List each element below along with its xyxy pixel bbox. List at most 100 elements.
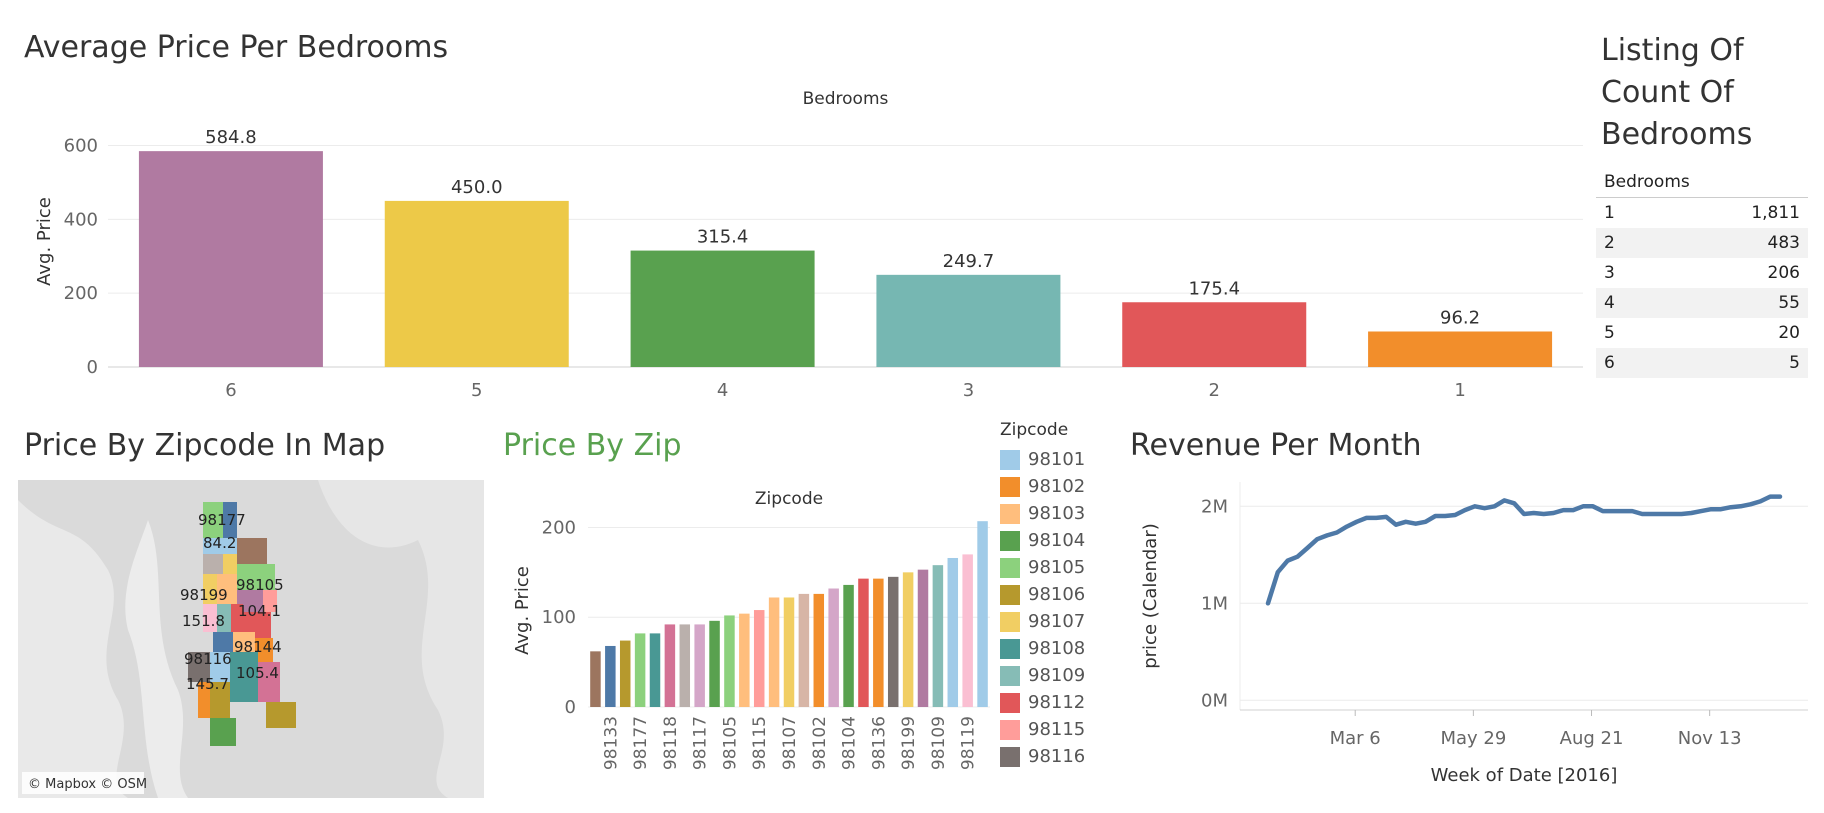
revenue-y-tick-label: 2M bbox=[1201, 496, 1228, 517]
zip-x-tick-label: 98136 bbox=[869, 716, 889, 770]
zip-x-tick-label: 98115 bbox=[750, 716, 770, 770]
legend-item[interactable]: 98115 bbox=[1000, 716, 1085, 743]
zip-x-tick-label: 98104 bbox=[840, 716, 860, 770]
legend-title: Zipcode bbox=[1000, 420, 1069, 440]
count-cell: 20 bbox=[1778, 323, 1800, 343]
zip-bar bbox=[619, 640, 631, 707]
zip-x-tick-label: 98118 bbox=[661, 716, 681, 770]
legend-label: 98102 bbox=[1028, 476, 1086, 497]
legend-item[interactable]: 98105 bbox=[1000, 554, 1085, 581]
table-row: 2 483 bbox=[1596, 228, 1808, 258]
table-row: 65 bbox=[1596, 348, 1808, 378]
zip-y-axis-title: Avg. Price bbox=[512, 566, 533, 655]
revenue-y-axis-title: price (Calendar) bbox=[1140, 523, 1161, 669]
map-value-label: 105.4 bbox=[236, 664, 279, 682]
zip-bar bbox=[709, 620, 720, 707]
zip-bar bbox=[664, 624, 676, 707]
legend-item[interactable]: 98109 bbox=[1000, 662, 1085, 689]
zip-bar bbox=[649, 633, 661, 707]
zip-bar bbox=[768, 597, 780, 707]
zip-bar bbox=[724, 615, 735, 707]
bedrooms-cell: 5 bbox=[1604, 323, 1615, 343]
bedrooms-bar-value-label: 315.4 bbox=[697, 227, 749, 248]
zip-bar bbox=[917, 569, 929, 707]
legend-label: 98116 bbox=[1028, 746, 1086, 767]
legend-item[interactable]: 98102 bbox=[1000, 473, 1085, 500]
zip-bar bbox=[947, 557, 959, 707]
revenue-x-tick-label: Mar 6 bbox=[1330, 728, 1381, 749]
legend-item[interactable]: 98104 bbox=[1000, 527, 1085, 554]
legend-swatch bbox=[1000, 611, 1020, 632]
legend-label: 98105 bbox=[1028, 557, 1086, 578]
bedrooms-y-tick-label: 400 bbox=[64, 209, 98, 230]
zip-bar bbox=[962, 554, 973, 707]
zip-bar bbox=[605, 645, 616, 707]
bedrooms-bar bbox=[876, 274, 1061, 367]
legend-label: 98115 bbox=[1028, 719, 1086, 740]
zip-x-tick-label: 98102 bbox=[810, 716, 830, 770]
zip-bar bbox=[783, 597, 795, 707]
map-value-label: 145.7 bbox=[186, 675, 229, 693]
bedrooms-bar-value-label: 175.4 bbox=[1188, 278, 1240, 299]
bedrooms-cell: 4 bbox=[1604, 293, 1615, 313]
map-zip-label: 98144 bbox=[234, 638, 282, 656]
zip-y-tick-label: 200 bbox=[542, 517, 576, 538]
zip-x-tick-label: 98107 bbox=[780, 716, 800, 770]
zip-x-tick-label: 98119 bbox=[959, 716, 979, 770]
bedrooms-cell: 3 bbox=[1604, 263, 1615, 283]
bedrooms-bar bbox=[384, 200, 569, 367]
table-header: Bedrooms bbox=[1596, 172, 1808, 198]
legend-item[interactable]: 98112 bbox=[1000, 689, 1085, 716]
map-value-label: 84.2 bbox=[203, 534, 236, 552]
legend-item[interactable]: 98101 bbox=[1000, 446, 1085, 473]
legend-item[interactable]: 98116 bbox=[1000, 743, 1085, 770]
map-attribution[interactable]: © Mapbox © OSM bbox=[28, 777, 147, 792]
legend-label: 98104 bbox=[1028, 530, 1086, 551]
zip-x-tick-label: 98117 bbox=[691, 716, 711, 770]
revenue-x-tick-label: Nov 13 bbox=[1678, 728, 1742, 749]
map-zip-label: 98105 bbox=[236, 576, 284, 594]
revenue-y-tick-label: 0M bbox=[1201, 690, 1228, 711]
bedrooms-cell: 1 bbox=[1604, 203, 1615, 223]
legend-item[interactable]: 98107 bbox=[1000, 608, 1085, 635]
zip-bar bbox=[977, 521, 988, 707]
zip-bar bbox=[798, 593, 810, 707]
bedrooms-bar bbox=[138, 151, 323, 367]
bedroom-count-table: Bedrooms 1 1,811 2 483 3 206 4 55 5 20 6 5 bbox=[1596, 172, 1808, 378]
zipcode-map[interactable]: 98177 84.2 98105 98199 104.1 151.8 98144… bbox=[18, 480, 484, 798]
bedrooms-x-tick-label: 6 bbox=[225, 380, 236, 401]
bedrooms-x-tick-label: 1 bbox=[1454, 380, 1465, 401]
map-zip-label: 98199 bbox=[180, 586, 228, 604]
legend-label: 98107 bbox=[1028, 611, 1086, 632]
legend-item[interactable]: 98103 bbox=[1000, 500, 1085, 527]
bedrooms-cell: 6 bbox=[1604, 353, 1615, 373]
zip-y-tick-label: 0 bbox=[565, 697, 576, 718]
zip-bar bbox=[679, 624, 691, 707]
bedrooms-y-tick-label: 600 bbox=[64, 136, 98, 157]
map-value-label: 104.1 bbox=[238, 602, 281, 620]
table-row: 1 1,811 bbox=[1596, 198, 1808, 228]
bedrooms-x-tick-label: 3 bbox=[963, 380, 974, 401]
bedrooms-x-tick-label: 5 bbox=[471, 380, 482, 401]
map-zip-label: 98177 bbox=[198, 511, 246, 529]
bedrooms-bar-value-label: 96.2 bbox=[1440, 307, 1480, 328]
legend-items: 98101 98102 98103 98104 98105 98106 98107 98108… bbox=[1000, 446, 1085, 770]
legend-label: 98108 bbox=[1028, 638, 1086, 659]
zip-x-tick-label: 98133 bbox=[601, 716, 621, 770]
count-cell: 1,811 bbox=[1751, 203, 1800, 223]
legend-item[interactable]: 98108 bbox=[1000, 635, 1085, 662]
legend-swatch bbox=[1000, 719, 1020, 740]
legend-item[interactable]: 98106 bbox=[1000, 581, 1085, 608]
zip-bar bbox=[590, 651, 601, 707]
bedrooms-bar bbox=[1122, 302, 1307, 367]
zip-bar bbox=[739, 613, 750, 707]
zip-bar bbox=[887, 576, 899, 707]
legend-label: 98103 bbox=[1028, 503, 1086, 524]
bedrooms-bar-value-label: 249.7 bbox=[943, 251, 995, 272]
revenue-x-tick-label: Aug 21 bbox=[1560, 728, 1624, 749]
zip-bar bbox=[843, 584, 854, 707]
zipcode-legend: Zipcode 98101 98102 98103 98104 98105 98106 98… bbox=[1000, 420, 1085, 770]
count-cell: 55 bbox=[1778, 293, 1800, 313]
legend-label: 98106 bbox=[1028, 584, 1086, 605]
zip-x-tick-label: 98177 bbox=[631, 716, 651, 770]
